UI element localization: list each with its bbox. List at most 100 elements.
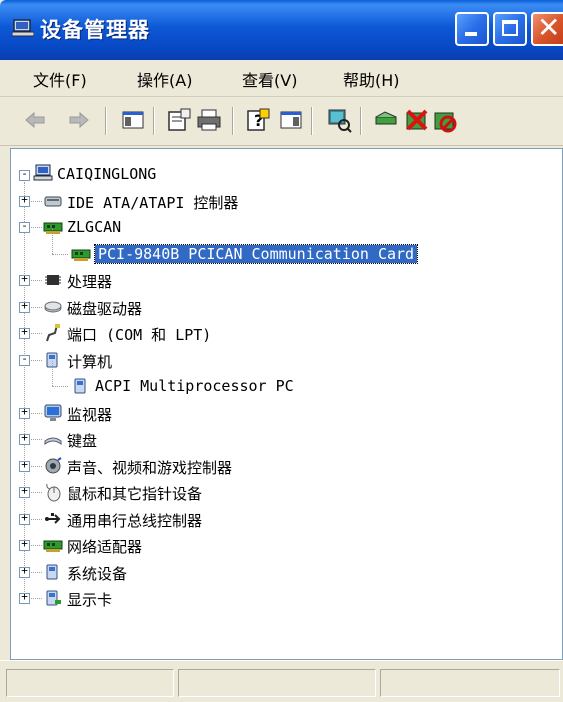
tree-node[interactable]: + 监视器 [11,402,551,424]
back-arrow-icon[interactable] [22,107,48,133]
tree-node-label: 处理器 [67,273,113,291]
tree-node[interactable]: + 磁盘驱动器 [11,296,551,318]
collapse-toggle[interactable]: - [19,219,30,233]
tree-node[interactable]: + 系统设备 [11,561,551,583]
tree-node-label: 网络适配器 [67,538,143,556]
expand-toggle[interactable]: + [19,272,30,286]
device-tree[interactable]: - CAIQINGLONG + IDE ATA/ATAPI 控制器 - ZLGCAN P… [10,148,563,660]
tree-node[interactable]: - 计算机 [11,349,551,371]
tree-node[interactable]: - ZLGCAN [11,216,551,238]
tree-node-label: 系统设备 [67,564,128,583]
tree-connector [52,386,68,387]
status-pane [380,669,560,697]
network-card-icon [71,249,91,261]
collapse-toggle[interactable]: - [19,167,30,181]
tree-node[interactable]: ACPI Multiprocessor PC [11,361,551,397]
tree-node[interactable]: + 显示卡 [11,587,551,609]
status-bar [0,660,563,702]
port-icon [46,324,60,342]
collapse-toggle[interactable]: - [19,352,30,366]
tree-node-label: 磁盘驱动器 [67,299,143,318]
menu-view[interactable]: 查看(V) [242,67,297,91]
menu-help[interactable]: 帮助(H) [343,67,400,91]
close-button[interactable]: ✕ [531,11,563,46]
scan-hardware-changes-icon[interactable] [326,107,352,133]
expand-toggle[interactable]: + [19,537,30,551]
network-card-icon [43,222,63,234]
tree-node[interactable]: + 鼠标和其它指针设备 [11,481,551,503]
update-driver-icon[interactable] [373,107,399,133]
tree-node-label: 鼠标和其它指针设备 [67,485,203,503]
computer-icon [33,164,53,181]
tree-node[interactable]: + 网络适配器 [11,534,551,556]
title-bar[interactable]: 设备管理器 ✕ [0,0,563,60]
tree-connector [52,361,53,386]
expand-toggle[interactable]: + [19,484,30,498]
show-hide-console-tree-icon[interactable] [120,107,146,133]
tree-node[interactable]: + 端口 (COM 和 LPT) [11,322,551,344]
device-manager-icon [12,19,34,37]
maximize-button[interactable] [493,12,527,46]
expand-toggle[interactable]: + [19,193,30,207]
menu-action[interactable]: 操作(A) [137,67,192,91]
status-pane [6,669,174,697]
tree-node-label: IDE ATA/ATAPI 控制器 [67,193,239,212]
tree-node[interactable]: + 声音、视频和游戏控制器 [11,455,551,477]
tree-node-label: 端口 (COM 和 LPT) [67,326,212,344]
expand-toggle[interactable]: + [19,431,30,445]
menu-file[interactable]: 文件(F) [33,67,87,91]
tree-node[interactable]: + 通用串行总线控制器 [11,508,551,530]
close-icon: ✕ [537,11,561,44]
toolbar: ? [0,97,563,146]
tree-node-label: 计算机 [67,352,113,371]
device-manager-window: 设备管理器 ✕ 文件(F) 操作(A) 查看(V) 帮助(H) ? - CAIQ… [0,0,563,702]
expand-toggle[interactable]: + [19,590,30,604]
toolbar-separator [105,107,107,135]
display-adapter-icon [46,590,61,606]
computer-icon [46,352,58,367]
menu-bar: 文件(F) 操作(A) 查看(V) 帮助(H) [0,60,563,97]
tree-node[interactable]: + IDE ATA/ATAPI 控制器 [11,190,551,212]
selected-node-label: PCI-9840B PCICAN Communication Card [93,243,419,264]
expand-toggle[interactable]: + [19,511,30,525]
toolbar-separator [360,107,362,135]
minimize-button[interactable] [455,12,489,46]
tree-node-label: 声音、视频和游戏控制器 [67,458,233,477]
processor-icon [45,275,61,285]
computer-icon [74,378,86,394]
usb-icon [45,512,61,524]
forward-arrow-icon[interactable] [66,107,92,133]
ide-controller-icon [44,196,62,206]
tree-root-label: CAIQINGLONG [57,165,157,183]
monitor-icon [44,404,62,421]
disable-device-icon[interactable] [432,107,458,133]
disk-drive-icon [44,301,62,312]
tree-node[interactable]: + 处理器 [11,269,551,291]
properties-icon[interactable] [166,107,192,133]
maximize-icon [502,20,518,36]
tree-node-label: ZLGCAN [67,218,122,236]
expand-toggle[interactable]: + [19,405,30,419]
expand-toggle[interactable]: + [19,325,30,339]
tree-node[interactable]: + 键盘 [11,428,551,450]
expand-toggle[interactable]: + [19,564,30,578]
sound-icon [45,456,62,473]
expand-toggle[interactable]: + [19,299,30,313]
tree-connector [52,228,53,254]
tree-node-label: 显示卡 [67,591,113,609]
minimize-icon [465,32,477,36]
toolbar-separator [153,107,155,135]
window-title: 设备管理器 [40,18,150,42]
tree-node-label: 通用串行总线控制器 [67,511,203,530]
print-icon[interactable] [196,107,222,133]
uninstall-icon[interactable] [404,107,430,133]
mouse-icon [46,483,61,502]
status-pane [178,669,376,697]
keyboard-icon [44,437,62,445]
help-icon[interactable]: ? [245,107,271,133]
tree-node[interactable]: PCI-9840B PCICAN Communication Card [11,228,551,265]
tree-connector [52,253,68,255]
show-hide-action-pane-icon[interactable] [278,107,304,133]
system-device-icon [46,564,58,579]
expand-toggle[interactable]: + [19,458,30,472]
